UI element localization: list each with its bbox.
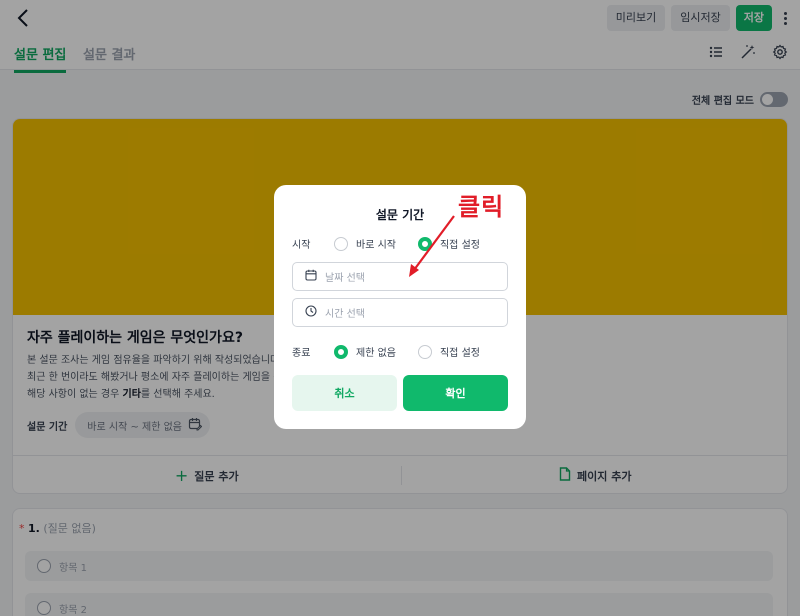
radio-icon [334,236,348,251]
end-unlimited-radio[interactable]: 제한 없음 [334,344,396,359]
end-row: 종료 제한 없음 직접 설정 [292,344,502,359]
annotation-arrow-icon [409,215,455,277]
confirm-button[interactable]: 확인 [403,375,508,411]
radio-label: 바로 시작 [356,240,396,251]
cancel-button[interactable]: 취소 [292,375,397,411]
calendar-icon [305,269,317,284]
clock-icon [305,305,317,320]
radio-checked-icon [334,344,348,359]
start-label: 시작 [292,240,311,251]
radio-icon [417,344,432,359]
end-label: 종료 [292,348,311,359]
date-placeholder: 날짜 선택 [325,273,365,284]
time-picker-field[interactable]: 시간 선택 [292,298,508,327]
time-placeholder: 시간 선택 [325,309,365,320]
start-immediately-radio[interactable]: 바로 시작 [334,236,396,251]
end-custom-radio[interactable]: 직접 설정 [417,344,480,359]
radio-label: 직접 설정 [439,348,480,359]
click-annotation-text: 클릭 [458,193,505,221]
radio-label: 제한 없음 [356,348,396,359]
start-row: 시작 바로 시작 직접 설정 [292,236,502,251]
